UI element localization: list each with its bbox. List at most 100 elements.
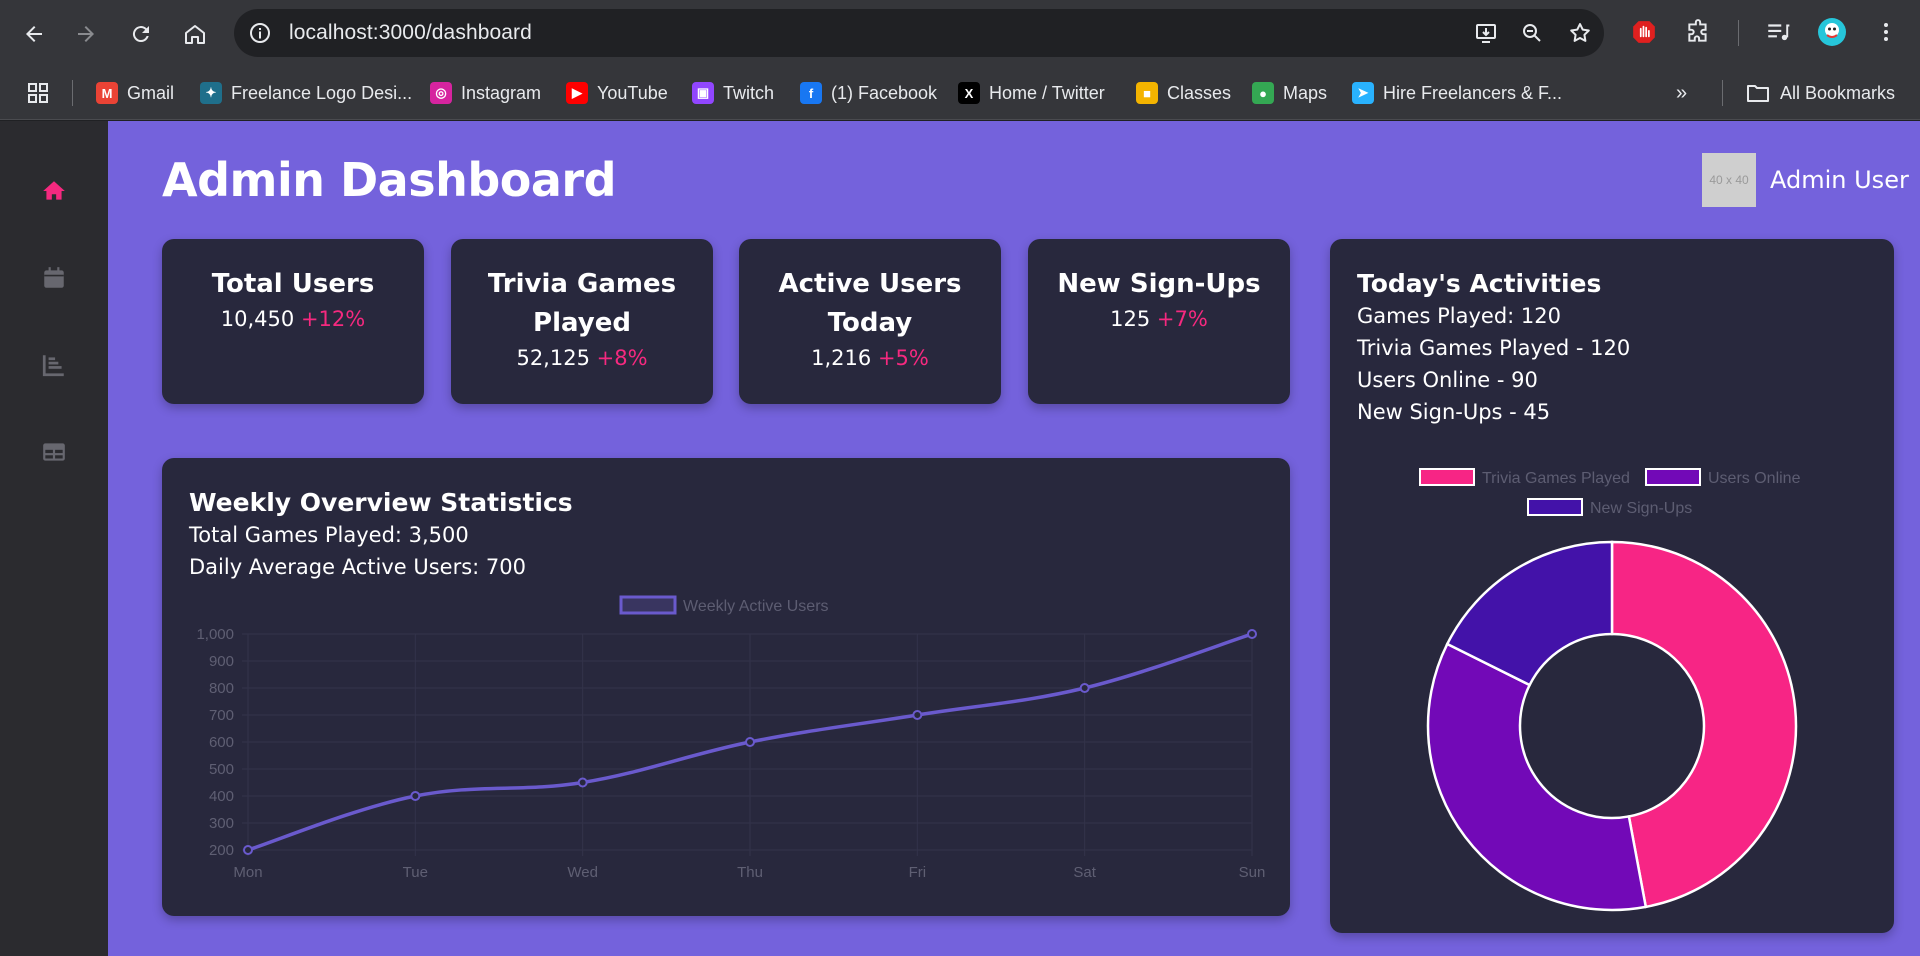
stat-label: New Sign-Ups: [1057, 269, 1261, 299]
site-info-icon[interactable]: [248, 21, 272, 45]
home-icon: [43, 181, 65, 200]
adblock-extension-button[interactable]: [1626, 14, 1662, 50]
reload-icon: [132, 26, 149, 43]
more-bookmarks-button[interactable]: »: [1676, 78, 1687, 108]
bookmark-label: Maps: [1283, 82, 1328, 103]
bookmark-item[interactable]: ◎ Instagram: [430, 78, 541, 108]
stat-card-total-users: Total Users 10,450 +12%: [162, 239, 424, 404]
bookmark-item[interactable]: ▶ YouTube: [566, 78, 668, 108]
back-button[interactable]: [14, 14, 54, 54]
sidebar-item-calendar[interactable]: [34, 258, 74, 298]
stat-change: +7%: [1156, 307, 1208, 331]
url-path: :3000/dashboard: [372, 21, 532, 44]
data-point: [1079, 683, 1090, 693]
profile-avatar-icon: [1818, 18, 1846, 46]
legend-swatch: [1419, 468, 1475, 486]
arrow-right-icon: [78, 26, 94, 42]
data-point: [243, 845, 253, 855]
sidebar: [0, 121, 108, 956]
all-bookmarks-button[interactable]: All Bookmarks: [1746, 78, 1895, 108]
table-icon: [43, 443, 65, 461]
reload-button[interactable]: [121, 14, 161, 54]
address-bar[interactable]: localhost:3000/dashboard: [234, 9, 1604, 57]
x-tick-label: Mon: [233, 864, 262, 881]
media-controls-button[interactable]: [1760, 14, 1796, 50]
bookmark-label: Freelance Logo Desi...: [231, 82, 413, 103]
bar-chart-icon: [42, 355, 64, 377]
bookmark-item[interactable]: ✦ Freelance Logo Desi...: [200, 78, 412, 108]
page-title: Admin Dashboard: [162, 153, 617, 207]
legend-label: Trivia Games Played: [1482, 470, 1630, 487]
x-tick-label: Sat: [1073, 864, 1096, 881]
zoom-icon[interactable]: [1520, 21, 1544, 45]
classroom-icon: ■: [1136, 82, 1158, 104]
bookmark-star-icon[interactable]: [1568, 21, 1592, 45]
data-point: [1247, 629, 1257, 639]
install-app-icon[interactable]: [1474, 21, 1498, 45]
home-button[interactable]: [175, 14, 215, 54]
url-text: localhost:3000/dashboard: [289, 21, 532, 45]
y-tick-label: 900: [209, 653, 234, 670]
x-tick-label: Sun: [1239, 864, 1266, 881]
bookmark-label: Twitch: [723, 82, 775, 103]
legend-swatch: [1527, 498, 1583, 516]
stat-card-active-users: Active Users Today 1,216 +5%: [739, 239, 1001, 404]
arrow-left-icon: [26, 26, 42, 42]
browser-menu-button[interactable]: [1868, 14, 1904, 50]
bookmarks-divider: [72, 80, 73, 106]
bookmark-item[interactable]: ➤ Hire Freelancers & F...: [1352, 78, 1562, 108]
facebook-icon: f: [800, 82, 822, 104]
bookmarks-divider-right: [1722, 80, 1723, 106]
stat-label: Total Users: [211, 269, 375, 299]
browser-toolbar: localhost:3000/dashboard: [0, 0, 1920, 66]
stop-hand-icon: [1633, 21, 1655, 43]
stat-label: Active Users Today: [778, 269, 962, 338]
user-name[interactable]: Admin User: [1770, 166, 1909, 194]
sidebar-item-analytics[interactable]: [34, 345, 74, 385]
legend-label: Users Online: [1708, 470, 1801, 487]
dashboard-main: Admin Dashboard 40 x 40 Admin User Total…: [108, 121, 1920, 956]
data-point: [745, 737, 755, 747]
sidebar-item-table[interactable]: [34, 432, 74, 472]
x-tick-label: Thu: [737, 864, 763, 881]
bookmark-item[interactable]: X Home / Twitter: [958, 78, 1105, 108]
x-tick-label: Fri: [909, 864, 927, 881]
legend-swatch: [619, 595, 677, 615]
bookmark-item[interactable]: ● Maps: [1252, 78, 1327, 108]
x-icon: X: [958, 82, 980, 104]
puzzle-icon: [1688, 19, 1707, 42]
bookmark-item[interactable]: ■ Classes: [1136, 78, 1231, 108]
bookmark-item[interactable]: ▣ Twitch: [692, 78, 774, 108]
bookmark-item[interactable]: M Gmail: [96, 78, 174, 108]
bookmark-item[interactable]: f (1) Facebook: [800, 78, 937, 108]
legend-swatch: [1645, 468, 1701, 486]
stat-value: 52,125: [516, 346, 590, 370]
bookmark-label: YouTube: [597, 82, 668, 103]
donut-slice: [1610, 540, 1798, 909]
all-bookmarks-label: All Bookmarks: [1780, 82, 1896, 103]
forward-button[interactable]: [66, 14, 106, 54]
stat-change: +8%: [596, 346, 648, 370]
playlist-icon: [1768, 24, 1790, 41]
data-point: [577, 777, 588, 788]
data-point: [912, 710, 923, 720]
bookmark-label: Hire Freelancers & F...: [1383, 82, 1563, 103]
y-tick-label: 600: [209, 734, 234, 751]
y-tick-label: 1,000: [196, 626, 234, 643]
weekly-line-chart: Weekly Active Users 1,000 900 800 700 600 500 4…: [196, 595, 1266, 881]
stat-value-row: 52,125 +8%: [451, 343, 713, 373]
apps-button[interactable]: [26, 78, 50, 108]
stat-change: +12%: [300, 307, 366, 331]
youtube-icon: ▶: [566, 82, 588, 104]
sidebar-item-home[interactable]: [34, 171, 74, 211]
x-tick-label: Wed: [567, 864, 598, 881]
profile-button[interactable]: [1814, 14, 1850, 50]
extensions-button[interactable]: [1680, 14, 1716, 50]
calendar-icon: [44, 267, 64, 288]
bookmark-label: (1) Facebook: [831, 82, 938, 103]
apps-grid-icon: [28, 83, 48, 103]
avatar[interactable]: 40 x 40: [1702, 153, 1756, 207]
freelancer-icon: ➤: [1352, 82, 1374, 104]
instagram-icon: ◎: [430, 82, 452, 104]
bookmark-label: Gmail: [127, 82, 175, 103]
